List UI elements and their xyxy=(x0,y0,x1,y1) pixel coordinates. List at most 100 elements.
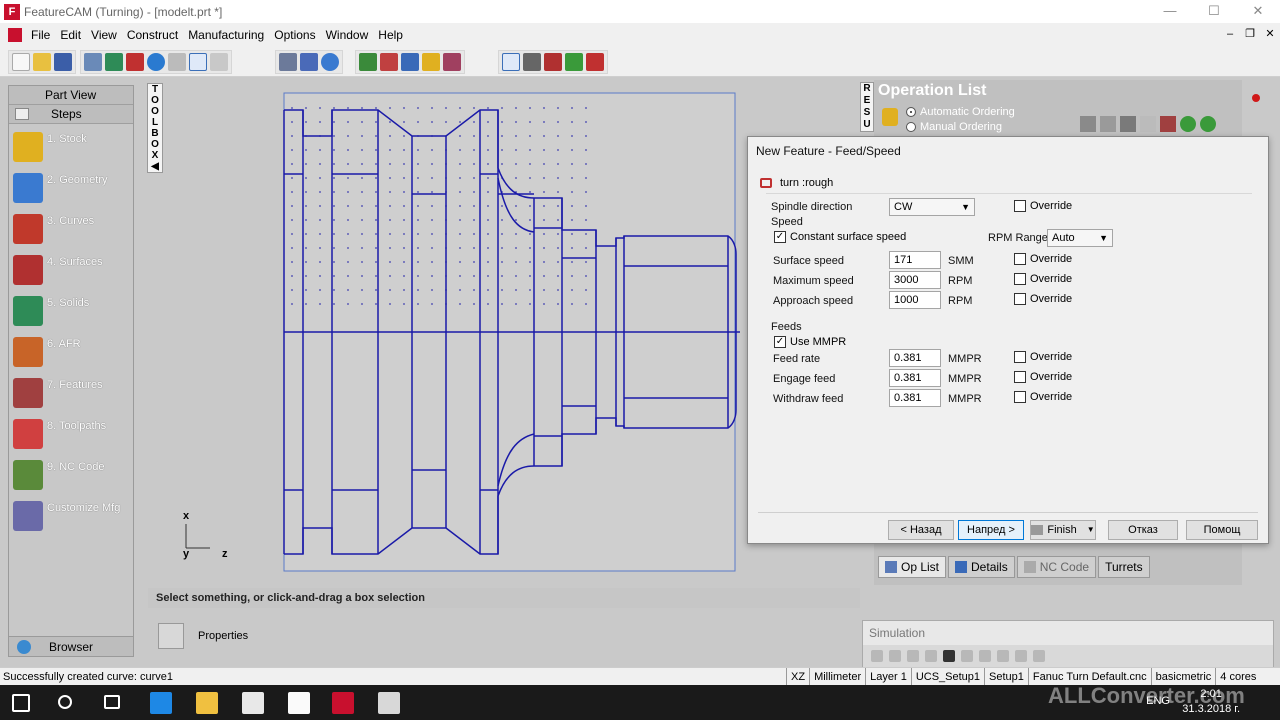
context-help-icon[interactable] xyxy=(300,53,318,71)
cancel-button[interactable]: Отказ xyxy=(1108,520,1178,540)
step-geometry[interactable]: 2. Geometry xyxy=(9,167,133,208)
help-button[interactable]: Помощ xyxy=(1186,520,1258,540)
mail-icon[interactable] xyxy=(288,692,310,714)
lasso-icon[interactable] xyxy=(210,53,228,71)
feed-rate-input[interactable]: 0.381 xyxy=(889,349,941,367)
step-toolpaths[interactable]: 8. Toolpaths xyxy=(9,413,133,454)
next-step-icon[interactable] xyxy=(997,650,1009,662)
next-button[interactable]: Напред > xyxy=(958,520,1024,540)
surface-speed-override-checkbox[interactable]: Override xyxy=(1014,253,1072,265)
lock-icon[interactable] xyxy=(882,108,898,126)
menu-help[interactable]: Help xyxy=(373,23,408,47)
centerline-icon[interactable] xyxy=(907,650,919,662)
move-up-icon[interactable] xyxy=(1180,116,1196,132)
step-nc-code[interactable]: 9. NC Code xyxy=(9,454,133,495)
maximize-button[interactable]: ☐ xyxy=(1192,0,1236,23)
rpm-range-select[interactable]: Auto ▼ xyxy=(1047,229,1113,247)
approach-speed-override-checkbox[interactable]: Override xyxy=(1014,293,1072,305)
speed-icon[interactable] xyxy=(1015,650,1027,662)
move-down-icon[interactable] xyxy=(1200,116,1216,132)
steps-header[interactable]: Steps xyxy=(9,105,133,124)
automatic-ordering-radio[interactable]: Automatic Ordering xyxy=(906,106,1015,118)
settings-icon[interactable] xyxy=(1033,650,1045,662)
tab-details[interactable]: Details xyxy=(948,556,1015,578)
menu-edit[interactable]: Edit xyxy=(55,23,86,47)
arc-icon[interactable] xyxy=(401,53,419,71)
point-icon[interactable] xyxy=(359,53,377,71)
file-explorer-icon[interactable] xyxy=(196,692,218,714)
use-mmpr-checkbox[interactable]: ✓ Use MMPR xyxy=(774,336,846,348)
approach-speed-input[interactable]: 1000 xyxy=(889,291,941,309)
task-view-icon[interactable] xyxy=(104,695,120,709)
finish-button[interactable]: Finish ▼ xyxy=(1030,520,1096,540)
details-icon[interactable] xyxy=(1100,116,1116,132)
mdi-minimize-button[interactable]: – xyxy=(1220,23,1240,45)
shaded-view-icon[interactable] xyxy=(105,53,123,71)
step-features[interactable]: 7. Features xyxy=(9,372,133,413)
mdi-restore-button[interactable]: ❐ xyxy=(1240,23,1260,45)
back-button[interactable]: < Назад xyxy=(888,520,954,540)
mdi-close-button[interactable]: ✕ xyxy=(1260,23,1280,45)
3d-icon[interactable] xyxy=(925,650,937,662)
spindle-direction-select[interactable]: CW ▼ xyxy=(889,198,975,216)
manual-ordering-radio[interactable]: Manual Ordering xyxy=(906,121,1002,133)
step-stock[interactable]: 1. Stock xyxy=(9,126,133,167)
feature-wizard-icon[interactable] xyxy=(502,53,520,71)
step-customize-mfg[interactable]: Customize Mfg xyxy=(9,495,133,536)
menu-view[interactable]: View xyxy=(86,23,122,47)
withdraw-feed-input[interactable]: 0.381 xyxy=(889,389,941,407)
properties-icon[interactable] xyxy=(158,623,184,649)
help-icon[interactable] xyxy=(321,53,339,71)
menu-window[interactable]: Window xyxy=(321,23,374,47)
edge-browser-icon[interactable] xyxy=(150,692,172,714)
line-icon[interactable] xyxy=(380,53,398,71)
results-toggle[interactable]: R E S U xyxy=(860,82,874,132)
simulation-icon[interactable] xyxy=(126,53,144,71)
close-button[interactable]: ✕ xyxy=(1236,0,1280,23)
toolbox-toggle[interactable]: T O O L B O X ◀ xyxy=(147,83,163,173)
print-icon[interactable] xyxy=(279,53,297,71)
engage-feed-input[interactable]: 0.381 xyxy=(889,369,941,387)
delete-icon[interactable] xyxy=(168,53,186,71)
max-speed-input[interactable]: 3000 xyxy=(889,271,941,289)
window-taskbar-icon[interactable] xyxy=(378,692,400,714)
step-afr[interactable]: 6. AFR xyxy=(9,331,133,372)
eject-icon[interactable] xyxy=(871,650,883,662)
constant-surface-speed-checkbox[interactable]: ✓ Constant surface speed xyxy=(774,231,906,243)
engage-feed-override-checkbox[interactable]: Override xyxy=(1014,371,1072,383)
tab-nc-code[interactable]: NC Code xyxy=(1016,556,1097,578)
withdraw-feed-override-checkbox[interactable]: Override xyxy=(1014,391,1072,403)
open-folder-icon[interactable] xyxy=(33,53,51,71)
status-layer[interactable]: Layer 1 xyxy=(865,668,911,686)
app-menu-icon[interactable] xyxy=(8,28,22,42)
surface-speed-input[interactable]: 171 xyxy=(889,251,941,269)
curve-icon[interactable] xyxy=(422,53,440,71)
search-icon[interactable] xyxy=(58,695,72,709)
step-solids[interactable]: 5. Solids xyxy=(9,290,133,331)
rotate-view-icon[interactable] xyxy=(84,53,102,71)
graphics-view[interactable]: x y z xyxy=(150,78,740,584)
status-plane[interactable]: XZ xyxy=(786,668,809,686)
menu-manufacturing[interactable]: Manufacturing xyxy=(183,23,269,47)
hand-icon[interactable] xyxy=(1140,116,1156,132)
save-icon[interactable] xyxy=(54,53,72,71)
step-icon[interactable] xyxy=(889,650,901,662)
step-curves[interactable]: 3. Curves xyxy=(9,208,133,249)
part-view-header[interactable]: Part View xyxy=(9,86,133,105)
start-windows-icon[interactable] xyxy=(12,694,30,712)
stock-icon[interactable] xyxy=(544,53,562,71)
play-icon[interactable] xyxy=(961,650,973,662)
grid-icon[interactable] xyxy=(1120,116,1136,132)
nc-code-icon[interactable] xyxy=(586,53,604,71)
select-pointer-icon[interactable] xyxy=(189,53,207,71)
tab-op-list[interactable]: Op List xyxy=(878,556,947,578)
feed-rate-override-checkbox[interactable]: Override xyxy=(1014,351,1072,363)
new-file-icon[interactable] xyxy=(12,53,30,71)
menu-file[interactable]: File xyxy=(26,23,55,47)
status-units[interactable]: Millimeter xyxy=(809,668,865,686)
pause-icon[interactable] xyxy=(979,650,991,662)
stop-icon[interactable] xyxy=(943,650,955,662)
status-ucs[interactable]: UCS_Setup1 xyxy=(910,668,984,686)
toolpath-icon[interactable] xyxy=(565,53,583,71)
sort-icon[interactable] xyxy=(1080,116,1096,132)
